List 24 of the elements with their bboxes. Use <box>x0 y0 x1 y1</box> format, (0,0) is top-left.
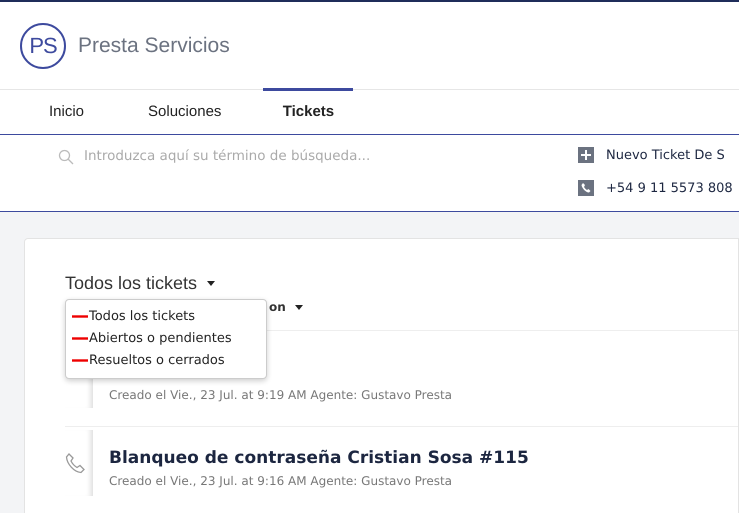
phone-link[interactable]: +54 9 11 5573 808 <box>606 180 733 196</box>
caret-icon <box>207 281 216 286</box>
sort-dropdown[interactable]: on <box>269 300 303 314</box>
plus-icon <box>578 147 594 163</box>
nav-tab[interactable]: Tickets <box>263 88 354 132</box>
ticket-title[interactable]: Blanqueo de contraseña Cristian Sosa #115 <box>109 448 529 468</box>
logo-badge: PS <box>20 22 66 68</box>
ticket-meta: Creado el Vie., 23 Jul. at 9:19 AM Agente: Gustavo Presta <box>109 388 452 402</box>
menu-item[interactable]: Todos los tickets <box>89 309 196 324</box>
phone-icon <box>65 452 85 474</box>
brand-name: Presta Servicios <box>78 34 230 58</box>
nav-tab[interactable]: Inicio <box>23 88 110 132</box>
menu-item[interactable]: Resueltos o cerrados <box>89 353 225 368</box>
ticket-meta: Creado el Vie., 23 Jul. at 9:16 AM Agente: Gustavo Presta <box>109 474 454 488</box>
dash-mark <box>72 337 88 340</box>
nav-tab[interactable]: Soluciones <box>122 88 248 132</box>
phone-icon <box>578 180 594 196</box>
filter-dropdown[interactable]: Todos los tickets <box>65 273 216 294</box>
menu-item[interactable]: Abiertos o pendientes <box>89 331 232 346</box>
dash-mark <box>72 315 88 318</box>
dash-mark <box>72 359 88 362</box>
search-icon <box>58 149 74 165</box>
caret-icon <box>294 304 303 310</box>
new-ticket-link[interactable]: Nuevo Ticket De S <box>606 148 725 162</box>
